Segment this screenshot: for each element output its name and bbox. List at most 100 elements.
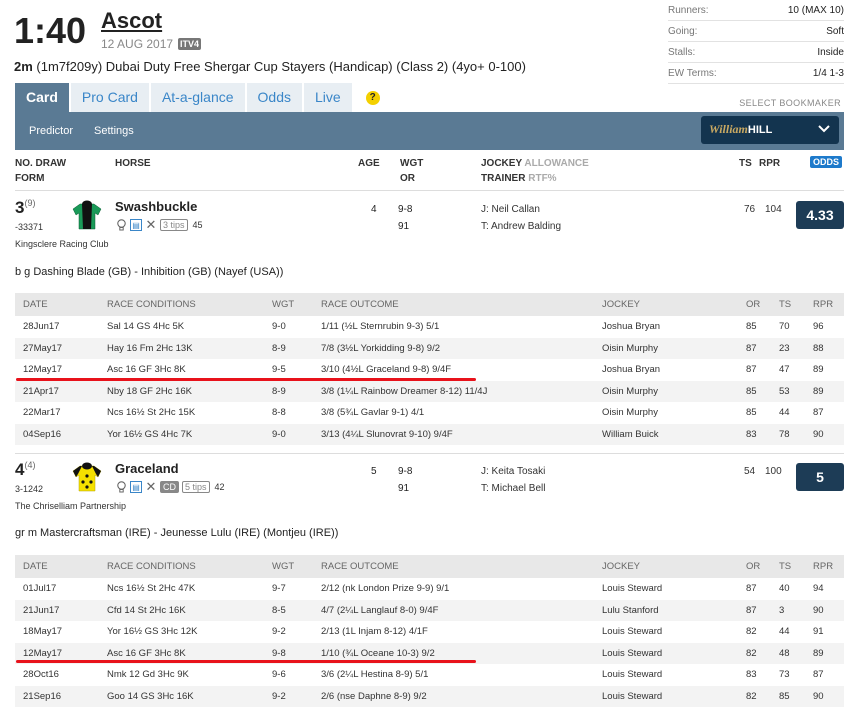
col-or: OR [400, 173, 415, 184]
runner-form: 3-1242 [15, 484, 44, 494]
horse-name-link[interactable]: Swashbuckle [115, 199, 197, 214]
runner-pedigree: b g Dashing Blade (GB) - Inhibition (GB)… [15, 266, 284, 278]
form-cell: 70 [779, 321, 790, 333]
form-cell: 47 [779, 364, 790, 376]
form-table-header: DATE RACE CONDITIONS WGT RACE OUTCOME JO… [15, 555, 844, 578]
form-cell: 04Sep16 [15, 423, 107, 445]
form-row[interactable]: 21Apr17 Nby 18 GF 2Hc 16K 8-9 3/8 (1¼L Rain… [15, 380, 844, 402]
form-col-ts: TS [779, 293, 813, 316]
form-row[interactable]: 01Jul17 Ncs 16½ St 2Hc 47K 9-7 2/12 (nk Lon… [15, 578, 844, 600]
form-cell: Joshua Bryan [602, 364, 661, 376]
form-cell: Goo 14 GS 3Hc 16K [107, 685, 272, 707]
form-col-jockey: JOCKEY [602, 293, 746, 316]
form-cell: 28Jun17 [23, 321, 60, 333]
form-cell: 8-9 [272, 337, 321, 359]
form-row[interactable]: 18May17 Yor 16½ GS 3Hc 12K 9-2 2/13 (1L Inj… [15, 621, 844, 643]
runner-trainer-link[interactable]: T: Andrew Balding [481, 221, 561, 232]
col-header-jockey-trainer: JOCKEY ALLOWANCE TRAINER RTF% [481, 156, 589, 186]
runner-icons: ▤ ✕ 3 tips 45 [115, 218, 203, 231]
tab-card[interactable]: Card [15, 83, 69, 112]
col-header-rpr: RPR [759, 158, 781, 169]
form-cell: Sal 14 GS 4Hc 5K [107, 321, 185, 333]
col-wgt: WGT [400, 158, 424, 169]
runner-jockey-link[interactable]: J: Neil Callan [481, 204, 540, 215]
form-row[interactable]: 27May17 Hay 16 Fm 2Hc 13K 8-9 7/8 (3½L York… [15, 337, 844, 359]
col-header-age: AGE [358, 158, 380, 169]
bookmaker-select[interactable]: WilliamHILL [701, 116, 839, 144]
close-icon[interactable]: ✕ [145, 480, 157, 493]
form-col-race-outcome: RACE OUTCOME [321, 293, 602, 316]
col-header-wgt-or: WGT OR [400, 156, 423, 186]
runner-age: 5 [371, 466, 377, 477]
horse-name-link[interactable]: Graceland [115, 461, 179, 476]
tv-channel-badge: ITV4 [178, 38, 202, 50]
form-row[interactable]: 04Sep16 Yor 16½ GS 4Hc 7K 9-0 3/13 (4¼L Slu… [15, 423, 844, 445]
form-col-race-conditions: RACE CONDITIONS [107, 555, 272, 578]
form-col-rpr: RPR [813, 555, 844, 578]
form-row[interactable]: 28Oct16 Nmk 12 Gd 3Hc 9K 9-6 3/6 (2¼L Hesti… [15, 664, 844, 686]
form-cell: 85 [779, 685, 813, 707]
form-cell: Hay 16 Fm 2Hc 13K [107, 337, 272, 359]
form-row[interactable]: 21Sep16 Goo 14 GS 3Hc 16K 9-2 2/6 (nse Daph… [15, 685, 844, 707]
bookmaker-name-2: HILL [747, 124, 773, 136]
list-icon[interactable]: ▤ [130, 481, 142, 493]
lightbulb-icon[interactable] [115, 481, 127, 493]
col-header-odds[interactable]: ODDS [810, 156, 843, 168]
predictor-link[interactable]: Predictor [29, 125, 73, 137]
close-icon[interactable]: ✕ [145, 218, 157, 231]
runner-trainer-link[interactable]: T: Michael Bell [481, 483, 545, 494]
tab-pro-card[interactable]: Pro Card [70, 83, 149, 112]
runner-rpr: 104 [765, 204, 782, 215]
form-cell: 3/8 (5¾L Gavlar 9-1) 4/1 [321, 407, 425, 419]
bookmaker-name: William [709, 122, 748, 136]
cd-badge: CD [160, 481, 179, 493]
list-icon[interactable]: ▤ [130, 219, 142, 231]
tab-odds[interactable]: Odds [246, 83, 302, 112]
col-rtf: RTF% [528, 173, 557, 184]
form-cell: 82 [746, 626, 757, 638]
runner-ts: 54 [744, 466, 756, 477]
form-col-date: DATE [15, 293, 107, 316]
race-description: 2m (1m7f209y) Dubai Duty Free Shergar Cu… [14, 59, 526, 74]
runner-pedigree: gr m Mastercraftsman (IRE) - Jeunesse Lu… [15, 527, 339, 539]
form-cell: 3/13 (4¼L Slunovrat 9-10) 9/4F [321, 423, 602, 445]
form-row[interactable]: 22Mar17 Ncs 16½ St 2Hc 15K 8-8 3/8 (5¾L Gav… [15, 402, 844, 424]
form-cell: Yor 16½ GS 3Hc 12K [107, 626, 198, 638]
course-name-link[interactable]: Ascot [101, 8, 162, 34]
form-cell: 27May17 [15, 337, 107, 359]
form-cell: Nmk 12 Gd 3Hc 9K [107, 669, 189, 681]
form-cell: 40 [779, 583, 790, 595]
form-cell: 85 [746, 407, 757, 419]
lightbulb-icon[interactable] [115, 219, 127, 231]
form-table-header: DATE RACE CONDITIONS WGT RACE OUTCOME JO… [15, 293, 844, 316]
help-icon[interactable]: ? [365, 91, 380, 105]
info-value: 10 (MAX 10) [787, 4, 844, 16]
runner-age: 4 [371, 204, 377, 215]
form-cell: 87 [746, 337, 779, 359]
form-col-or: OR [746, 555, 779, 578]
form-cell: 44 [779, 407, 790, 419]
form-cell: Joshua Bryan [602, 321, 661, 333]
runner-jockey-link[interactable]: J: Keita Tosaki [481, 466, 545, 477]
tab-at-a-glance[interactable]: At-a-glance [150, 83, 245, 112]
tips-badge[interactable]: 3 tips [160, 219, 188, 231]
form-col-wgt: WGT [272, 293, 321, 316]
form-cell: 44 [779, 626, 790, 638]
race-distance: 2m [14, 59, 33, 74]
info-value: Inside [817, 46, 844, 58]
tab-live[interactable]: Live [304, 83, 352, 112]
odds-button[interactable]: 4.33 [796, 201, 844, 229]
odds-button[interactable]: 5 [796, 463, 844, 491]
settings-link[interactable]: Settings [94, 125, 134, 137]
runner-number: 4(4) [15, 460, 36, 479]
runner-owner: Kingsclere Racing Club [15, 239, 109, 249]
form-cell: 87 [813, 669, 824, 681]
form-cell: 1/11 (½L Sternrubin 9-3) 5/1 [321, 321, 440, 333]
chevron-down-icon [817, 120, 831, 141]
form-cell: Lulu Stanford [602, 599, 746, 621]
form-cell: Yor 16½ GS 4Hc 7K [107, 423, 272, 445]
tips-badge[interactable]: 5 tips [182, 481, 210, 493]
form-row[interactable]: 28Jun17 Sal 14 GS 4Hc 5K 9-0 1/11 (½L Stern… [15, 316, 844, 338]
form-col-ts: TS [779, 555, 813, 578]
form-row[interactable]: 21Jun17 Cfd 14 St 2Hc 16K 8-5 4/7 (2¼L Lang… [15, 599, 844, 621]
